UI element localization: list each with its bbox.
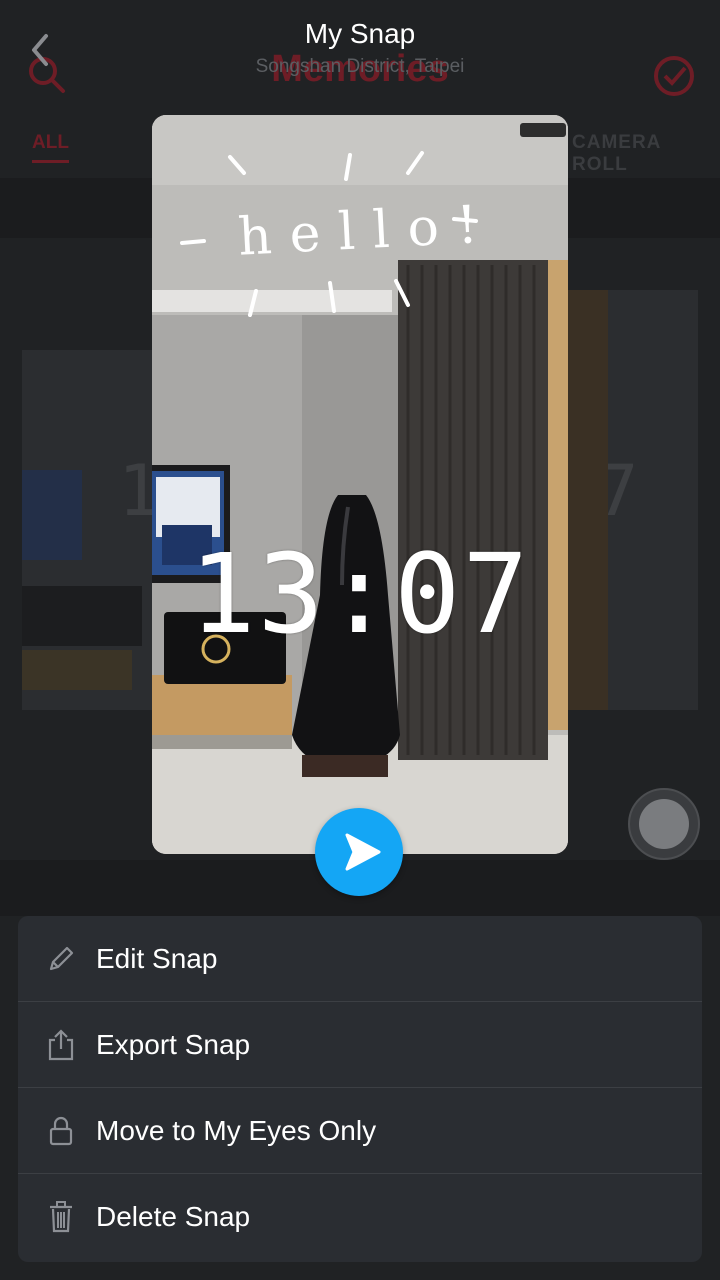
snap-preview[interactable]: hello! 13:07 (152, 115, 568, 854)
pencil-icon (32, 939, 90, 979)
trash-icon (32, 1197, 90, 1237)
share-icon (32, 1025, 90, 1065)
export-snap-label: Export Snap (96, 1028, 251, 1060)
export-snap-button[interactable]: Export Snap (18, 1002, 702, 1088)
bg-thumbnail: 13 (22, 350, 152, 710)
tab-all: ALL (32, 132, 69, 163)
bg-thumbnail: 17 (568, 290, 698, 710)
snap-location: Songshan District, Taipei (255, 56, 465, 77)
move-to-my-eyes-only-label: Move to My Eyes Only (96, 1114, 377, 1146)
snap-action-sheet: Edit Snap Export Snap Move to My Eyes On… (18, 916, 702, 1262)
move-to-my-eyes-only-button[interactable]: Move to My Eyes Only (18, 1088, 702, 1174)
tab-camera-roll: CAMERA ROLL (572, 132, 661, 175)
snap-time-sticker: 13:07 (189, 530, 531, 658)
delete-snap-label: Delete Snap (96, 1201, 251, 1232)
delete-snap-button[interactable]: Delete Snap (18, 1174, 702, 1260)
lock-icon (32, 1111, 90, 1151)
snap-title: My Snap (304, 18, 416, 49)
edit-snap-button[interactable]: Edit Snap (18, 916, 702, 1002)
bg-record-button (628, 788, 700, 860)
play-icon (345, 833, 381, 871)
edit-snap-label: Edit Snap (96, 942, 218, 974)
play-button[interactable] (315, 808, 403, 896)
